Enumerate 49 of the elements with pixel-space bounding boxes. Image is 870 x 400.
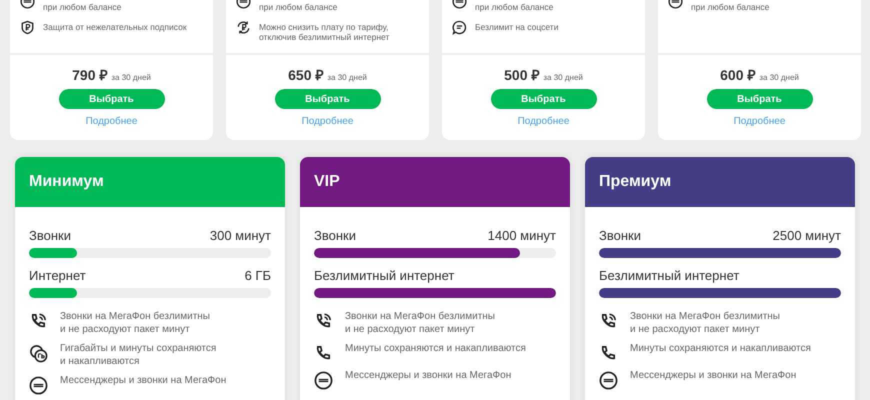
choose-button[interactable]: Выбрать: [706, 89, 812, 109]
gb-coin-icon: [29, 344, 48, 363]
plan-title: Премиум: [599, 173, 672, 191]
allowance-label: Безлимитный интернет: [314, 268, 454, 283]
price: 500 ₽: [504, 66, 540, 84]
feature-text: Защита от нежелательных подписок: [43, 22, 187, 32]
shield-ruble-icon: [20, 20, 35, 35]
feature-text: Мессенджеры и звонки на МегаФон: [630, 369, 798, 382]
allowance-label: Безлимитный интернет: [599, 268, 740, 283]
feature-text: при любом балансе: [259, 2, 338, 12]
allowance-value: 6 ГБ: [244, 268, 271, 283]
price: 790 ₽: [72, 66, 108, 84]
allowance-label: Звонки: [599, 228, 641, 243]
feature-text: Гигабайты и минуты сохраняются и накапливаются: [60, 342, 218, 368]
feature-text: Звонки на МегаФон безлимитны и не расходуют пакет минут: [60, 310, 211, 336]
feature-text: Звонки на МегаФон безлимитны и не расходуют пакет минут: [630, 310, 781, 336]
price: 600 ₽: [720, 66, 756, 84]
choose-button[interactable]: Выбрать: [58, 89, 164, 109]
choose-button[interactable]: Выбрать: [490, 89, 596, 109]
allowance-value: 2500 минут: [772, 228, 841, 243]
feature-text: Минуты сохраняются и накапливаются: [345, 342, 527, 355]
feature-text: при любом балансе: [691, 2, 770, 12]
details-link[interactable]: Подробнее: [734, 116, 786, 127]
details-link[interactable]: Подробнее: [86, 116, 138, 127]
allowance-label: Звонки: [314, 228, 356, 243]
plan-title: VIP: [314, 173, 340, 191]
feature-text: при любом балансе: [475, 2, 554, 12]
price: 650 ₽: [288, 66, 324, 84]
chat-icon: [452, 20, 467, 35]
feature-text: Мессенджеры и звонки на МегаФон: [60, 374, 228, 387]
allowance-label: Звонки: [29, 228, 71, 243]
price-period: за 30 дней: [543, 73, 583, 82]
feature-text: Мессенджеры и звонки на МегаФон: [345, 369, 512, 382]
price-period: за 30 дней: [111, 73, 151, 82]
price-period: за 30 дней: [759, 73, 799, 82]
feature-text: Минуты сохраняются и накапливаются: [630, 342, 812, 355]
allowance-value: 1400 минут: [488, 228, 556, 243]
details-link[interactable]: Подробнее: [518, 116, 570, 127]
feature-text: Безлимит на соцсети: [475, 22, 558, 32]
feature-text: при любом балансе: [43, 2, 122, 12]
details-link[interactable]: Подробнее: [302, 116, 354, 127]
choose-button[interactable]: Выбрать: [274, 89, 380, 109]
allowance-value: 300 минут: [210, 228, 271, 243]
feature-text: Можно снизить плату по тарифу, отключив безлимитный интернет: [259, 22, 390, 42]
price-period: за 30 дней: [327, 73, 367, 82]
allowance-label: Интернет: [29, 268, 86, 283]
ruble-cycle-icon: [236, 20, 251, 35]
feature-text: Звонки на МегаФон безлимитны и не расходуют пакет минут: [345, 310, 496, 336]
plan-title: Минимум: [29, 173, 104, 191]
